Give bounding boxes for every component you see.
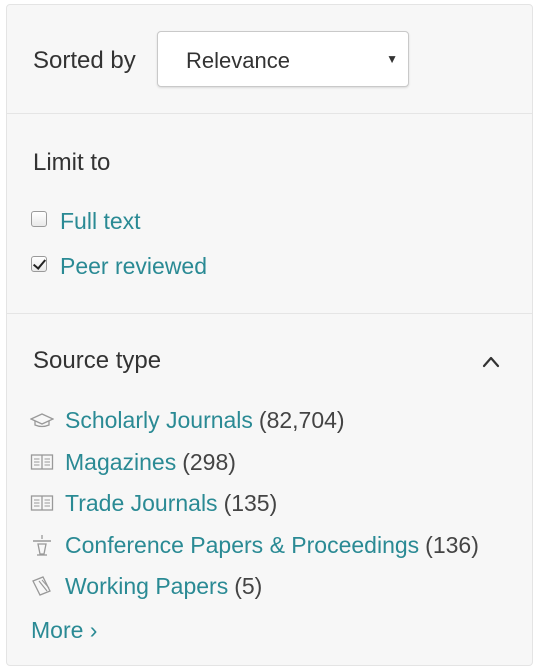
source-item-label[interactable]: Conference Papers & Proceedings — [65, 532, 419, 559]
source-item-count: (5) — [234, 572, 263, 599]
source-item-label[interactable]: Scholarly Journals — [65, 407, 253, 434]
source-item-magazines[interactable]: Magazines (298) — [29, 448, 236, 476]
dropdown-caret-icon: ▼ — [386, 52, 398, 66]
peer-reviewed-option[interactable]: Peer reviewed — [31, 253, 207, 279]
source-item-count: (82,704) — [258, 406, 345, 433]
source-item-scholarly-journals[interactable]: Scholarly Journals (82,704) — [29, 406, 345, 434]
open-book-icon — [29, 451, 55, 473]
source-item-label[interactable]: Magazines — [65, 449, 176, 476]
filter-panel: Sorted by Relevance ▼ Limit to Full text… — [6, 4, 533, 666]
full-text-label[interactable]: Full text — [60, 208, 141, 235]
more-link[interactable]: More › — [31, 617, 97, 644]
sort-label: Sorted by — [33, 47, 136, 74]
sort-select-value: Relevance — [186, 48, 290, 73]
mortarboard-icon — [29, 409, 55, 431]
chevron-up-icon[interactable] — [482, 353, 500, 371]
source-type-heading: Source type — [33, 347, 162, 374]
divider — [7, 113, 532, 114]
source-item-label[interactable]: Working Papers — [65, 573, 228, 600]
full-text-checkbox[interactable] — [31, 211, 47, 227]
source-item-label[interactable]: Trade Journals — [65, 490, 218, 517]
podium-icon — [29, 534, 55, 556]
pencil-paper-icon — [29, 575, 55, 597]
sort-select[interactable]: Relevance ▼ — [157, 31, 409, 87]
limit-heading: Limit to — [33, 149, 111, 176]
full-text-option[interactable]: Full text — [31, 208, 141, 234]
source-item-count: (135) — [223, 489, 278, 516]
peer-reviewed-label[interactable]: Peer reviewed — [60, 253, 207, 280]
peer-reviewed-checkbox[interactable] — [31, 256, 47, 272]
source-item-working-papers[interactable]: Working Papers (5) — [29, 572, 262, 600]
source-item-trade-journals[interactable]: Trade Journals (135) — [29, 489, 277, 517]
source-item-conference-papers[interactable]: Conference Papers & Proceedings (136) — [29, 531, 479, 559]
divider — [7, 313, 532, 314]
open-book-icon — [29, 492, 55, 514]
source-item-count: (298) — [182, 448, 236, 475]
source-item-count: (136) — [425, 531, 479, 558]
